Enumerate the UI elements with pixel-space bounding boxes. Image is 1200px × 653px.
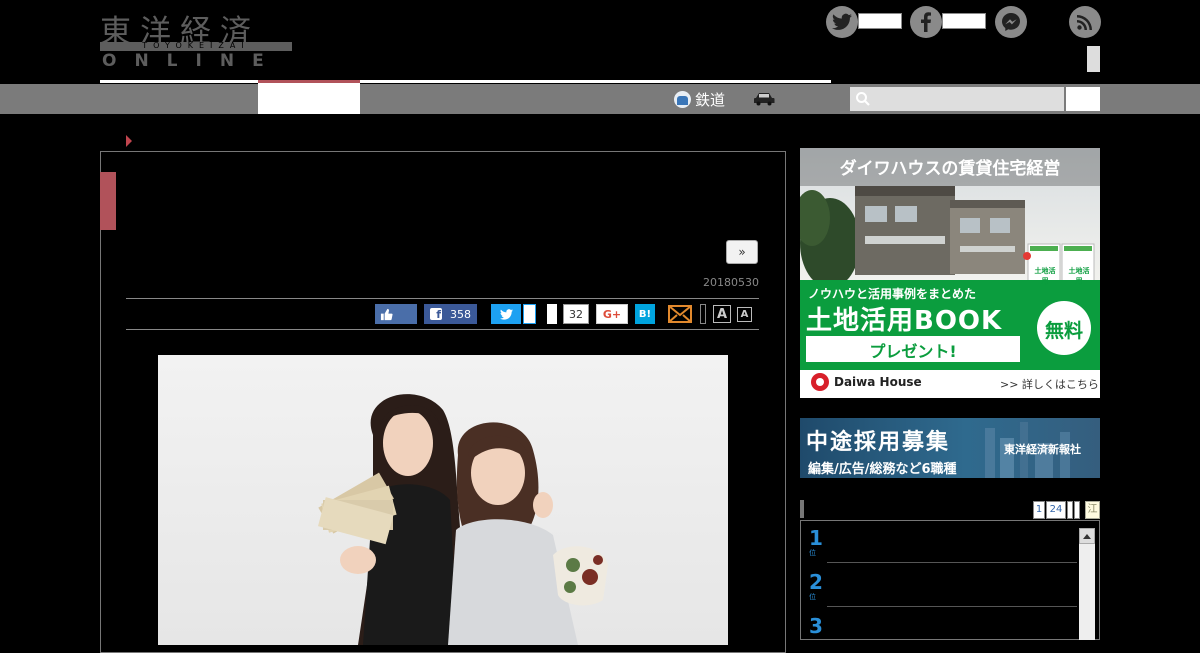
ad-daiwa-more-link[interactable]: >> 詳しくはこちら	[1000, 376, 1099, 392]
breadcrumb-arrow-icon	[126, 135, 132, 147]
ad-daiwa-house[interactable]: ダイワハウスの賃貸住宅経営 土地活用 土地活用 ノウハウと活用事例をまとめた 土…	[800, 148, 1100, 398]
ranking-tab-24[interactable]: 24	[1046, 501, 1066, 519]
car-icon	[754, 93, 775, 106]
header-menu-button[interactable]	[1087, 46, 1100, 72]
hatena-bookmark-button[interactable]: B!	[635, 304, 655, 324]
separator-box	[700, 304, 706, 324]
nav-item-label: 鉄道	[695, 90, 726, 109]
logo-online[interactable]: ONLINE	[102, 51, 282, 71]
rss-icon[interactable]	[1069, 6, 1101, 38]
category-tab	[100, 172, 116, 230]
ad-daiwa-brand: Daiwa House	[834, 375, 922, 389]
ad-recruit-subline: 編集/広告/総務など6職種	[808, 462, 957, 477]
twitter-share-icon	[499, 308, 513, 320]
divider-bottom	[126, 329, 759, 330]
google-plus-button[interactable]: G+	[596, 304, 628, 324]
twitter-icon[interactable]	[826, 6, 858, 38]
chevron-up-icon	[1083, 533, 1091, 539]
mail-icon	[668, 305, 692, 323]
like-button[interactable]	[375, 304, 417, 324]
facebook-share-button[interactable]: f 358	[424, 304, 477, 324]
ranking-number: 1	[809, 526, 823, 550]
twitter-share-button[interactable]	[491, 304, 521, 324]
ranking-header-mark	[800, 500, 804, 518]
ranking-item[interactable]: 2 位	[809, 572, 823, 602]
nav-top-line	[100, 80, 831, 83]
facebook-count-box	[942, 13, 986, 29]
ranking-divider	[827, 562, 1077, 563]
ranking-tab-5[interactable]: 江	[1085, 501, 1100, 519]
font-small-button[interactable]: A	[737, 307, 752, 322]
ranking-scrollbar[interactable]	[1079, 528, 1095, 640]
scroll-up-button[interactable]	[1079, 528, 1095, 544]
ad-daiwa-book-cover-label: 土地活用	[1034, 267, 1056, 285]
article-date: 20180530	[703, 276, 759, 289]
ranking-number: 3	[809, 614, 823, 638]
hatena-count: 32	[563, 304, 589, 324]
ad-daiwa-headline: ダイワハウスの賃貸住宅経営	[839, 159, 1061, 179]
messenger-icon[interactable]	[995, 6, 1027, 38]
ad-recruit-headline: 中途採用募集	[806, 430, 951, 455]
facebook-count: 358	[450, 307, 471, 321]
ad-recruit[interactable]: 中途採用募集 東洋経済新報社 編集/広告/総務など6職種	[800, 418, 1100, 478]
next-page-button[interactable]: »	[726, 240, 758, 264]
logo-romaji: TOYOKEIZAI	[142, 41, 250, 50]
ad-daiwa-free-badge: 無料	[1044, 320, 1083, 342]
search-button[interactable]	[1066, 87, 1100, 111]
ad-daiwa-present: プレゼント!	[869, 342, 957, 361]
hatena-left-edge	[547, 304, 557, 324]
ranking-item[interactable]: 1 位	[809, 528, 823, 558]
train-icon	[674, 90, 691, 108]
thumbs-up-icon	[380, 308, 393, 320]
ranking-tab-1[interactable]: 1	[1033, 501, 1045, 519]
facebook-icon[interactable]	[910, 6, 942, 38]
ranking-list: 1 位 2 位 3	[800, 520, 1100, 640]
mail-button[interactable]	[668, 304, 692, 324]
ad-daiwa-book-title: 土地活用BOOK	[806, 306, 1003, 336]
search-icon	[856, 92, 870, 106]
ranking-tab-3[interactable]	[1067, 501, 1073, 519]
nav-item-auto[interactable]	[753, 84, 775, 114]
ranking-header: 1 24 江	[800, 498, 1100, 521]
nav-tab-active[interactable]	[258, 80, 360, 114]
article-photo	[158, 355, 728, 645]
ranking-item[interactable]: 3	[809, 616, 823, 636]
wallet-illustration	[553, 546, 608, 606]
nav-item-railway[interactable]: 鉄道	[674, 84, 725, 114]
search-input[interactable]	[850, 87, 1064, 111]
twitter-count-box	[858, 13, 902, 29]
ranking-number: 2	[809, 570, 823, 594]
twitter-count-bubble	[523, 304, 536, 324]
ranking-divider	[827, 606, 1077, 607]
font-large-button[interactable]: A	[713, 305, 731, 323]
divider-top	[126, 298, 759, 299]
ad-daiwa-book-cover-label-2: 土地活用	[1068, 267, 1090, 285]
ranking-tab-4[interactable]	[1074, 501, 1080, 519]
facebook-share-icon: f	[430, 308, 442, 321]
ad-recruit-company: 東洋経済新報社	[1004, 443, 1081, 456]
